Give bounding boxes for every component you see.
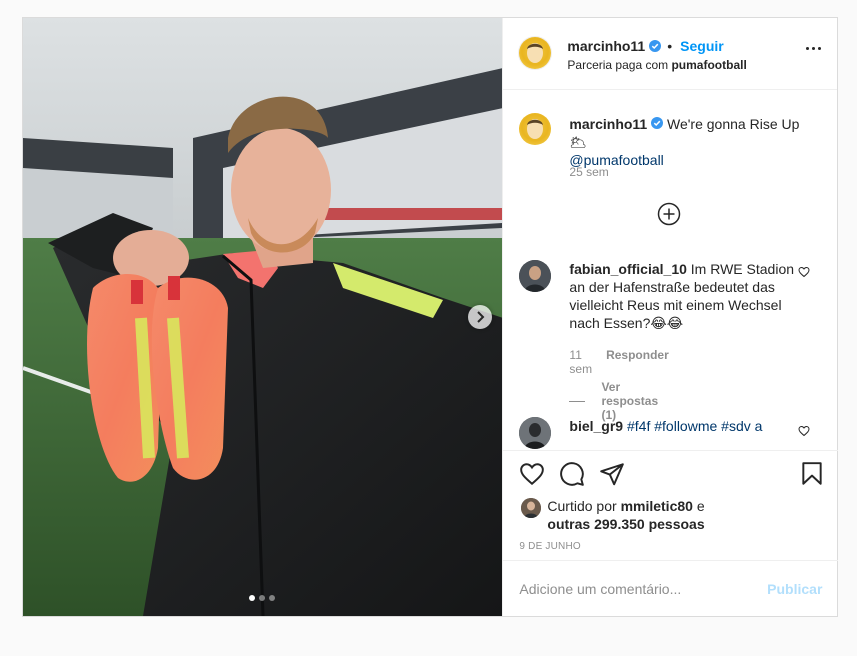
plus-circle-icon [658, 202, 681, 226]
player-photo [23, 18, 503, 616]
avatar-photo-icon [519, 260, 552, 292]
author-username[interactable]: marcinho11 [567, 38, 645, 54]
commenter-avatar[interactable] [519, 417, 552, 449]
follow-button[interactable]: Seguir [680, 38, 724, 54]
post-header: marcinho11 • Seguir Parceria paga com pu… [503, 18, 837, 90]
caption-username[interactable]: marcinho11 [569, 116, 647, 132]
load-more-comments-button[interactable] [657, 202, 681, 226]
view-replies-button[interactable]: Ver respostas (1) [569, 380, 666, 422]
separator: • [667, 38, 673, 54]
like-heart-icon[interactable] [519, 461, 545, 487]
post-image[interactable] [23, 18, 503, 616]
comment-meta: 11 sem Responder [569, 348, 668, 376]
post-date[interactable]: 9 de junho [519, 541, 580, 552]
comment-like-heart-icon[interactable] [798, 266, 810, 278]
comment-text: biel_gr9 #f4f #followme #sdv a [569, 417, 799, 435]
carousel-dot-active [249, 595, 255, 601]
caption-text: marcinho11 We're gonna Rise Up 🌥 @pumafo… [569, 115, 819, 169]
avatar-face-icon [527, 119, 544, 139]
avatar-photo-icon [521, 498, 542, 518]
save-bookmark-icon[interactable] [799, 461, 825, 487]
commenter-avatar[interactable] [519, 260, 552, 292]
carousel-dot [269, 595, 275, 601]
liker-username[interactable]: mmiletic80 [621, 498, 693, 514]
likes-summary: Curtido por mmiletic80 e outras 299.350 … [547, 497, 704, 533]
likes-suffix: e [696, 498, 705, 514]
comment-input[interactable] [519, 579, 740, 599]
carousel-indicator [249, 595, 275, 601]
liker-avatar[interactable] [521, 498, 542, 518]
replies-divider [569, 400, 586, 402]
avatar-face-icon [527, 43, 544, 63]
carousel-next-button[interactable] [468, 305, 492, 329]
chevron-right-icon [477, 311, 485, 323]
share-paper-plane-icon[interactable] [599, 461, 625, 487]
verified-badge-icon [649, 40, 662, 52]
likes-count-link[interactable]: outras 299.350 pessoas [547, 516, 704, 532]
instagram-post: marcinho11 • Seguir Parceria paga com pu… [22, 17, 839, 617]
comment-bubble-icon[interactable] [559, 461, 585, 487]
comments-section: marcinho11 We're gonna Rise Up 🌥 @pumafo… [503, 90, 838, 450]
post-actions: Curtido por mmiletic80 e outras 299.350 … [503, 450, 839, 558]
avatar-photo-icon [519, 417, 552, 449]
add-comment-bar: Publicar [503, 560, 839, 616]
author-line: marcinho11 • Seguir [567, 38, 723, 54]
reply-button[interactable]: Responder [606, 348, 669, 376]
comment-timestamp: 11 sem [569, 348, 593, 376]
partner-link[interactable]: pumafootball [671, 58, 746, 72]
likes-prefix: Curtido por [547, 498, 617, 514]
caption-author-avatar[interactable] [519, 113, 552, 145]
comment-hashtags[interactable]: #f4f #followme #sdv a [627, 418, 762, 434]
post-side-panel: marcinho11 • Seguir Parceria paga com pu… [502, 18, 839, 616]
commenter-username[interactable]: biel_gr9 [569, 418, 623, 434]
carousel-dot [259, 595, 265, 601]
author-avatar[interactable] [519, 37, 552, 69]
view-replies-label: Ver respostas (1) [601, 380, 659, 422]
comment-like-heart-icon[interactable] [798, 425, 810, 437]
paid-partnership-line: Parceria paga com pumafootball [567, 58, 746, 72]
partnership-label: Parceria paga com [567, 58, 669, 72]
publish-button[interactable]: Publicar [767, 581, 822, 597]
verified-badge-icon [651, 117, 664, 129]
caption-timestamp: 25 sem [569, 165, 609, 179]
more-options-icon[interactable] [806, 47, 821, 50]
commenter-username[interactable]: fabian_official_10 [569, 261, 687, 277]
comment-text: fabian_official_10 Im RWE Stadion an der… [569, 260, 799, 332]
